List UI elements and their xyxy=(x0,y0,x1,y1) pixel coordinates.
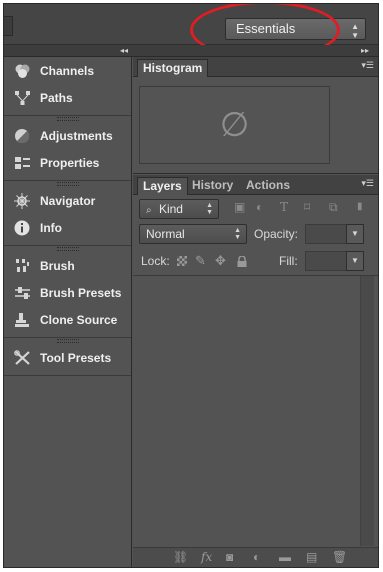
dock-item-brush[interactable]: Brush xyxy=(4,252,131,279)
blend-mode-select[interactable]: Normal ▲ ▼ xyxy=(139,224,247,244)
options-bar-edge xyxy=(4,16,13,36)
dock-group-tool-presets: Tool Presets xyxy=(4,338,131,376)
dock-item-info[interactable]: Info xyxy=(4,214,131,241)
fill-field[interactable] xyxy=(305,251,347,271)
dock-group-navigator-info: Navigator Info xyxy=(4,181,131,246)
smart-object-filter-icon[interactable]: ⧉ xyxy=(329,197,338,217)
dock-label: Brush Presets xyxy=(40,285,122,300)
dock-group-adjustments-properties: Adjustments Properties xyxy=(4,116,131,181)
dock-item-properties[interactable]: Properties xyxy=(4,149,131,176)
histogram-tabbar: Histogram ▾☰ xyxy=(133,57,378,77)
layers-footer: ⛓ fx ◙ ◐ ▬ ▤ 🗑 xyxy=(133,547,378,567)
link-layers-icon[interactable]: ⛓ xyxy=(173,548,188,567)
histogram-panel: Histogram ▾☰ ∅ xyxy=(133,57,378,174)
lock-image-icon[interactable]: ✎ xyxy=(195,251,206,271)
lock-label: Lock: xyxy=(141,254,170,268)
dock-item-brush-presets[interactable]: Brush Presets xyxy=(4,279,131,306)
navigator-icon xyxy=(13,192,31,210)
fill-label: Fill: xyxy=(279,254,298,268)
layers-panel: Layers History Actions ▾☰ ⌕ Kind ▲ ▼ ▣ ◐ … xyxy=(133,175,378,567)
properties-icon xyxy=(13,154,31,172)
layer-filter-row: ⌕ Kind ▲ ▼ ▣ ◐ T ⌑ ⧉ ▮ xyxy=(133,197,378,221)
pixel-filter-icon[interactable]: ▣ xyxy=(234,197,245,217)
dock-item-paths[interactable]: Paths xyxy=(4,84,131,111)
panel-column: Histogram ▾☰ ∅ Layers History Actions ▾☰… xyxy=(133,57,378,567)
tab-history[interactable]: History xyxy=(187,177,238,195)
workspace-switcher[interactable]: Essentials ▲ ▼ xyxy=(225,18,366,40)
shape-filter-icon[interactable]: ⌑ xyxy=(304,197,310,217)
new-layer-icon[interactable]: ▤ xyxy=(306,548,317,567)
application-bar: Essentials ▲ ▼ xyxy=(4,4,378,59)
dock-label: Paths xyxy=(40,90,73,105)
panel-dock: Channels Paths Adjustments Properties Na… xyxy=(4,57,132,567)
opacity-label: Opacity: xyxy=(254,227,299,241)
empty-set-icon: ∅ xyxy=(219,105,250,145)
updown-arrows-icon: ▲ ▼ xyxy=(206,202,213,216)
channels-icon xyxy=(13,62,31,80)
layers-list[interactable] xyxy=(133,276,378,546)
layers-tabbar: Layers History Actions ▾☰ xyxy=(133,175,378,195)
photoshop-panels-window: Essentials ▲ ▼ ◂◂ ▸▸ Channels Paths Adju… xyxy=(3,3,379,568)
search-icon: ⌕ xyxy=(146,205,152,216)
fill-dropdown-button[interactable]: ▼ xyxy=(346,251,364,271)
workspace-label: Essentials xyxy=(236,21,296,36)
dock-label: Properties xyxy=(40,155,100,170)
adjustments-icon xyxy=(13,127,31,145)
filter-type-select[interactable]: ⌕ Kind ▲ ▼ xyxy=(139,199,219,219)
layers-scrollbar[interactable] xyxy=(360,276,374,546)
dock-item-clone-source[interactable]: Clone Source xyxy=(4,306,131,333)
dock-item-channels[interactable]: Channels xyxy=(4,57,131,84)
layer-style-icon[interactable]: fx xyxy=(201,548,212,567)
brush-icon xyxy=(13,257,31,275)
dock-item-adjustments[interactable]: Adjustments xyxy=(4,122,131,149)
histogram-display: ∅ xyxy=(139,86,330,164)
dock-item-navigator[interactable]: Navigator xyxy=(4,187,131,214)
info-icon xyxy=(13,219,31,237)
panel-menu-icon[interactable]: ▾☰ xyxy=(361,178,374,188)
opacity-dropdown-button[interactable]: ▼ xyxy=(346,224,364,244)
delete-layer-icon[interactable]: 🗑 xyxy=(332,548,347,567)
dock-group-brush: Brush Brush Presets Clone Source xyxy=(4,246,131,338)
lock-transparent-icon[interactable] xyxy=(177,256,187,266)
dock-label: Info xyxy=(40,220,62,235)
opacity-field[interactable] xyxy=(305,224,347,244)
panel-menu-icon[interactable]: ▾☰ xyxy=(361,60,374,70)
dock-label: Navigator xyxy=(40,193,96,208)
blend-row: Normal ▲ ▼ Opacity: ▼ xyxy=(133,222,378,246)
panel-collapse-bar: ◂◂ ▸▸ xyxy=(4,45,378,57)
dock-item-tool-presets[interactable]: Tool Presets xyxy=(4,344,131,371)
updown-arrows-icon: ▲ ▼ xyxy=(234,227,241,241)
lock-row: Lock: ✎ ✥ Fill: ▼ xyxy=(133,249,378,273)
filter-type-value: Kind xyxy=(158,202,183,216)
filter-toggle-icon[interactable]: ▮ xyxy=(357,197,363,217)
dock-group-channels-paths: Channels Paths xyxy=(4,57,131,116)
tab-actions[interactable]: Actions xyxy=(241,177,295,195)
dock-label: Tool Presets xyxy=(40,350,112,365)
add-mask-icon[interactable]: ◙ xyxy=(226,548,233,567)
expand-right-icon[interactable]: ▸▸ xyxy=(361,45,369,56)
brush-presets-icon xyxy=(13,284,31,302)
new-group-icon[interactable]: ▬ xyxy=(279,548,291,567)
tool-presets-icon xyxy=(13,349,31,367)
paths-icon xyxy=(13,89,31,107)
dock-label: Brush xyxy=(40,258,75,273)
adjustment-layer-icon[interactable]: ◐ xyxy=(253,548,260,567)
blend-mode-value: Normal xyxy=(146,227,185,241)
updown-arrows-icon: ▲ ▼ xyxy=(351,22,359,40)
tab-layers[interactable]: Layers xyxy=(137,177,188,195)
tab-histogram[interactable]: Histogram xyxy=(137,59,209,77)
dock-label: Adjustments xyxy=(40,128,113,143)
type-filter-icon[interactable]: T xyxy=(280,197,288,217)
dock-label: Clone Source xyxy=(40,312,118,327)
lock-position-icon[interactable]: ✥ xyxy=(215,251,226,271)
collapse-left-icon[interactable]: ◂◂ xyxy=(120,45,128,56)
clone-source-icon xyxy=(13,311,31,329)
adjustment-filter-icon[interactable]: ◐ xyxy=(256,197,263,217)
dock-label: Channels xyxy=(40,63,95,78)
lock-all-icon[interactable] xyxy=(237,255,247,267)
